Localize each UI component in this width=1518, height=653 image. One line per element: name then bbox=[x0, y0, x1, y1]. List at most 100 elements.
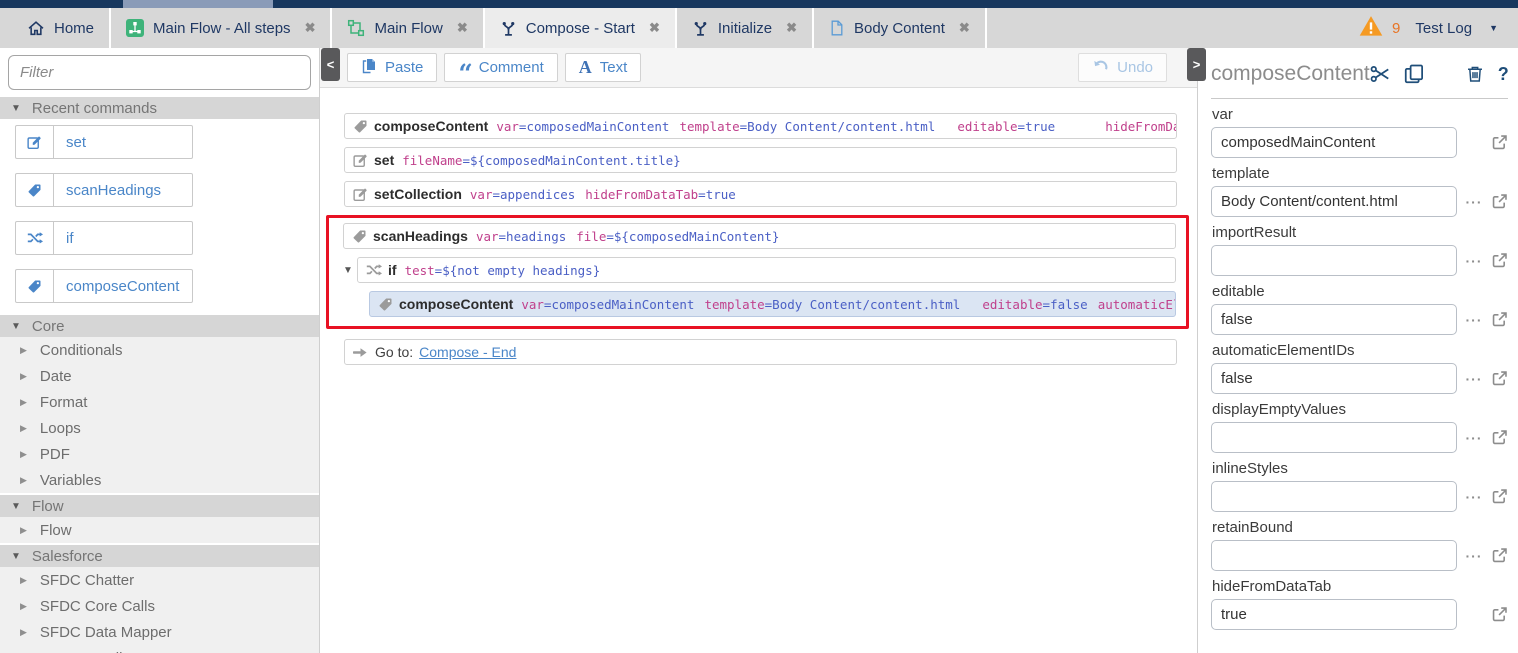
cut-icon[interactable] bbox=[1370, 64, 1390, 84]
external-link-button[interactable] bbox=[1491, 488, 1508, 505]
test-log-area[interactable]: 9 Test Log ▼ bbox=[1359, 8, 1518, 48]
shuffle-icon bbox=[366, 262, 382, 278]
paste-button[interactable]: Paste bbox=[347, 53, 437, 82]
close-icon[interactable]: ✖ bbox=[959, 20, 970, 36]
tab-body-content[interactable]: Body Content✖ bbox=[814, 8, 987, 48]
external-link-button[interactable] bbox=[1491, 370, 1508, 387]
undo-button[interactable]: Undo bbox=[1078, 53, 1167, 82]
undo-label: Undo bbox=[1117, 59, 1153, 76]
step-name: composeContent bbox=[399, 296, 513, 312]
text-button[interactable]: A Text bbox=[565, 53, 642, 82]
field-row bbox=[1211, 127, 1508, 158]
sidebar-item-sfdc-chatter[interactable]: ▶SFDC Chatter bbox=[0, 567, 319, 593]
tab-compose-start[interactable]: Compose - Start✖ bbox=[485, 8, 677, 48]
external-link-button[interactable] bbox=[1491, 547, 1508, 564]
section-header-recent-commands[interactable]: ▼Recent commands bbox=[0, 97, 319, 119]
sidebar-item-sfdc-email[interactable]: ▶SFDC Email bbox=[0, 645, 319, 653]
goto-step[interactable]: Go to:Compose - End bbox=[344, 339, 1177, 365]
displayemptyvalues-input[interactable] bbox=[1211, 422, 1457, 453]
close-icon[interactable]: ✖ bbox=[649, 20, 660, 36]
sidebar-item-label: SFDC Chatter bbox=[40, 572, 134, 589]
help-icon[interactable]: ? bbox=[1498, 64, 1509, 85]
collapse-left-button[interactable]: < bbox=[321, 48, 340, 81]
command-set[interactable]: set bbox=[15, 125, 193, 159]
tab-initialize[interactable]: Initialize✖ bbox=[677, 8, 814, 48]
importresult-input[interactable] bbox=[1211, 245, 1457, 276]
close-icon[interactable]: ✖ bbox=[305, 20, 316, 36]
flow-step-set[interactable]: setfileName=${composedMainContent.title} bbox=[344, 147, 1177, 173]
flow-step-setcollection[interactable]: setCollectionvar=appendiceshideFromDataT… bbox=[344, 181, 1177, 207]
inlinestyles-input[interactable] bbox=[1211, 481, 1457, 512]
external-link-button[interactable] bbox=[1491, 429, 1508, 446]
template-input[interactable] bbox=[1211, 186, 1457, 217]
sidebar-item-format[interactable]: ▶Format bbox=[0, 389, 319, 415]
collapse-right-button[interactable]: > bbox=[1187, 48, 1206, 81]
sidebar-item-conditionals[interactable]: ▶Conditionals bbox=[0, 337, 319, 363]
external-link-button[interactable] bbox=[1491, 606, 1508, 623]
sidebar-item-loops[interactable]: ▶Loops bbox=[0, 415, 319, 441]
field-label: editable bbox=[1212, 283, 1508, 300]
close-icon[interactable]: ✖ bbox=[457, 20, 468, 36]
hidefromdatatab-input[interactable] bbox=[1211, 599, 1457, 630]
retainbound-input[interactable] bbox=[1211, 540, 1457, 571]
step-attribute-template: template=Body Content/content.html bbox=[704, 297, 960, 312]
filter-input[interactable] bbox=[8, 55, 311, 90]
external-link-button[interactable] bbox=[1491, 311, 1508, 328]
ellipsis-button[interactable]: ··· bbox=[1465, 548, 1483, 564]
field-displayemptyvalues: displayEmptyValues··· bbox=[1211, 401, 1508, 453]
tab-bar: Home Main Flow - All steps✖Main Flow✖Comp… bbox=[0, 8, 1518, 48]
sidebar-sections: ▼Recent commands set scanHeadings if compose… bbox=[0, 97, 319, 653]
external-link-button[interactable] bbox=[1491, 193, 1508, 210]
sidebar-item-date[interactable]: ▶Date bbox=[0, 363, 319, 389]
editable-input[interactable] bbox=[1211, 304, 1457, 335]
sidebar-item-variables[interactable]: ▶Variables bbox=[0, 467, 319, 493]
tab-main-flow-all-steps[interactable]: Main Flow - All steps✖ bbox=[111, 8, 332, 48]
ellipsis-button[interactable]: ··· bbox=[1465, 253, 1483, 269]
ellipsis-button[interactable]: ··· bbox=[1465, 371, 1483, 387]
ellipsis-button[interactable]: ··· bbox=[1465, 489, 1483, 505]
external-link-button[interactable] bbox=[1491, 134, 1508, 151]
test-log-label: Test Log bbox=[1415, 20, 1472, 37]
tab-main-flow[interactable]: Main Flow✖ bbox=[332, 8, 484, 48]
copy-icon[interactable] bbox=[1404, 64, 1424, 84]
sidebar-item-label: Format bbox=[40, 394, 88, 411]
automaticelementids-input[interactable] bbox=[1211, 363, 1457, 394]
section-header-flow[interactable]: ▼Flow bbox=[0, 495, 319, 517]
field-row: ··· bbox=[1211, 363, 1508, 394]
sidebar-item-pdf[interactable]: ▶PDF bbox=[0, 441, 319, 467]
comment-button[interactable]: “ Comment bbox=[444, 53, 557, 82]
collapse-toggle-icon[interactable]: ▼ bbox=[343, 265, 357, 276]
close-icon[interactable]: ✖ bbox=[786, 20, 797, 36]
sidebar-item-sfdc-core-calls[interactable]: ▶SFDC Core Calls bbox=[0, 593, 319, 619]
tab-label: Home bbox=[54, 20, 94, 37]
sidebar-item-flow[interactable]: ▶Flow bbox=[0, 517, 319, 543]
command-composecontent[interactable]: composeContent bbox=[15, 269, 193, 303]
chevron-right-icon: ▶ bbox=[20, 601, 27, 612]
if-step-line: ▼iftest=${not empty headings} bbox=[343, 257, 1176, 283]
field-inlinestyles: inlineStyles··· bbox=[1211, 460, 1508, 512]
chevron-down-icon: ▼ bbox=[11, 551, 21, 562]
sidebar-item-label: Loops bbox=[40, 420, 81, 437]
flow-step-composecontent[interactable]: composeContentvar=composedMainContenttem… bbox=[369, 291, 1176, 317]
flow-step-composecontent[interactable]: composeContentvar=composedMainContenttem… bbox=[344, 113, 1177, 139]
section-header-core[interactable]: ▼Core bbox=[0, 315, 319, 337]
command-scanheadings[interactable]: scanHeadings bbox=[15, 173, 193, 207]
ellipsis-button[interactable]: ··· bbox=[1465, 312, 1483, 328]
section-header-salesforce[interactable]: ▼Salesforce bbox=[0, 545, 319, 567]
properties-panel: composeContent ? vartemplate···importRes… bbox=[1197, 48, 1518, 653]
external-link-button[interactable] bbox=[1491, 252, 1508, 269]
command-if[interactable]: if bbox=[15, 221, 193, 255]
goto-arrow-icon bbox=[353, 345, 368, 360]
var-input[interactable] bbox=[1211, 127, 1457, 158]
tab-home[interactable]: Home bbox=[0, 8, 111, 48]
trash-icon[interactable] bbox=[1466, 65, 1484, 83]
flow-step-scanheadings[interactable]: scanHeadingsvar=headingsfile=${composedM… bbox=[343, 223, 1176, 249]
ellipsis-button[interactable]: ··· bbox=[1465, 194, 1483, 210]
ellipsis-button[interactable]: ··· bbox=[1465, 430, 1483, 446]
field-row: ··· bbox=[1211, 245, 1508, 276]
chevron-down-icon: ▼ bbox=[11, 321, 21, 332]
flow-step-if[interactable]: iftest=${not empty headings} bbox=[357, 257, 1176, 283]
goto-link[interactable]: Compose - End bbox=[419, 344, 516, 360]
sidebar-item-sfdc-data-mapper[interactable]: ▶SFDC Data Mapper bbox=[0, 619, 319, 645]
step-attribute-editable: editable=true bbox=[957, 119, 1055, 134]
